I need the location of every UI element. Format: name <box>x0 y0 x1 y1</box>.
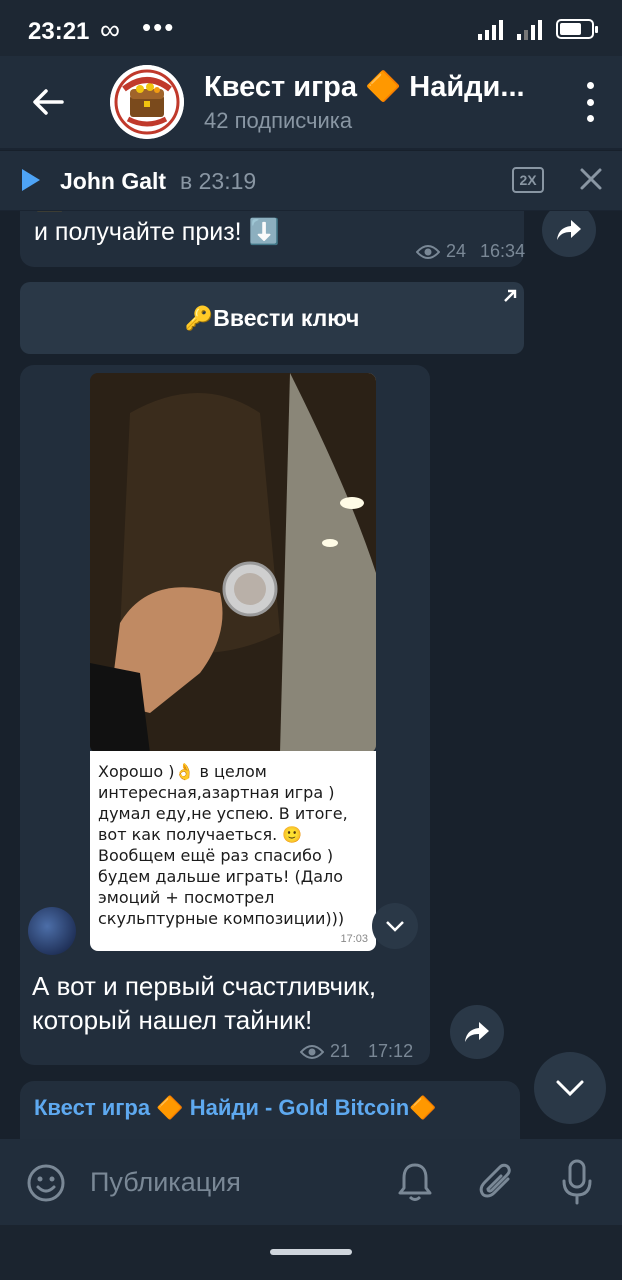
photo-caption-text: Хорошо )👌 в целом интересная,азартная иг… <box>98 762 348 928</box>
status-time: 23:21 <box>28 18 90 45</box>
signal-icon <box>478 18 503 40</box>
player-author: John Galt <box>60 168 167 194</box>
status-icons <box>478 18 598 40</box>
more-notifications-icon: ••• <box>142 12 176 42</box>
views-count: 21 <box>330 1041 351 1061</box>
photo-image <box>90 373 376 753</box>
share-button[interactable] <box>450 1005 504 1059</box>
battery-icon <box>556 19 598 39</box>
chat-area[interactable]: 🟨Нашли тайник! Скорее вводите ключ и пол… <box>0 211 622 1139</box>
home-gesture-handle[interactable] <box>270 1249 352 1255</box>
subscriber-count: 42 подписчика <box>204 108 353 133</box>
message-text: А вот и первый счастливчик, который наше… <box>32 971 377 1035</box>
enter-key-label: 🔑Ввести ключ <box>184 304 360 331</box>
emoji-icon[interactable] <box>26 1163 66 1203</box>
back-arrow-icon[interactable] <box>28 82 68 122</box>
photo-caption-time: 17:03 <box>340 933 368 945</box>
photo-caption: Хорошо )👌 в целом интересная,азартная иг… <box>90 751 376 951</box>
signal-icon-2 <box>517 18 542 40</box>
views-eye-icon <box>416 244 440 259</box>
share-arrow-icon <box>557 220 581 240</box>
message-bubble[interactable]: Квест игра 🔶 Найди - Gold Bitcoin🔶 <box>20 1081 520 1139</box>
message-input[interactable]: Публикация <box>90 1167 241 1198</box>
treasure-chest-icon <box>110 65 184 139</box>
microphone-icon[interactable] <box>560 1159 594 1205</box>
views-eye-icon <box>300 1044 324 1059</box>
close-icon[interactable] <box>578 166 604 192</box>
share-arrow-icon <box>465 1022 489 1042</box>
player-time: в 23:19 <box>180 168 257 194</box>
message-meta: 21 17:12 <box>300 1041 413 1062</box>
message-time: 17:12 <box>368 1041 414 1061</box>
sender-avatar[interactable] <box>28 907 76 955</box>
input-bar: Публикация <box>0 1139 622 1225</box>
expand-button[interactable] <box>372 903 418 949</box>
scroll-down-button[interactable] <box>534 1052 606 1124</box>
message-time: 16:34 <box>480 241 526 261</box>
message-photo[interactable] <box>90 373 376 753</box>
external-link-icon <box>504 289 517 302</box>
bell-icon[interactable] <box>396 1161 434 1203</box>
message-bubble[interactable]: 🟨Нашли тайник! Скорее вводите ключ и пол… <box>20 211 525 267</box>
infinity-icon: ∞ <box>100 14 120 45</box>
message-meta: 24 16:34 <box>416 241 525 262</box>
system-nav-bar <box>0 1225 622 1280</box>
views-count: 24 <box>446 241 467 261</box>
attach-icon[interactable] <box>478 1161 516 1203</box>
chevron-down-icon <box>556 1080 584 1097</box>
share-button[interactable] <box>542 211 596 257</box>
more-menu-icon[interactable] <box>584 82 596 122</box>
chevron-down-icon <box>386 921 404 932</box>
status-bar: 23:21 ∞ ••• <box>0 0 622 56</box>
forwarded-from-title[interactable]: Квест игра 🔶 Найди - Gold Bitcoin🔶 <box>34 1095 437 1121</box>
play-icon[interactable] <box>22 169 40 191</box>
channel-avatar[interactable] <box>110 65 184 139</box>
chat-header: Квест игра 🔶 Найди... 42 подписчика <box>0 56 622 148</box>
playback-speed-button[interactable]: 2X <box>512 167 544 193</box>
enter-key-button[interactable]: 🔑Ввести ключ <box>20 282 524 354</box>
channel-title[interactable]: Квест игра 🔶 Найди... <box>204 70 544 104</box>
